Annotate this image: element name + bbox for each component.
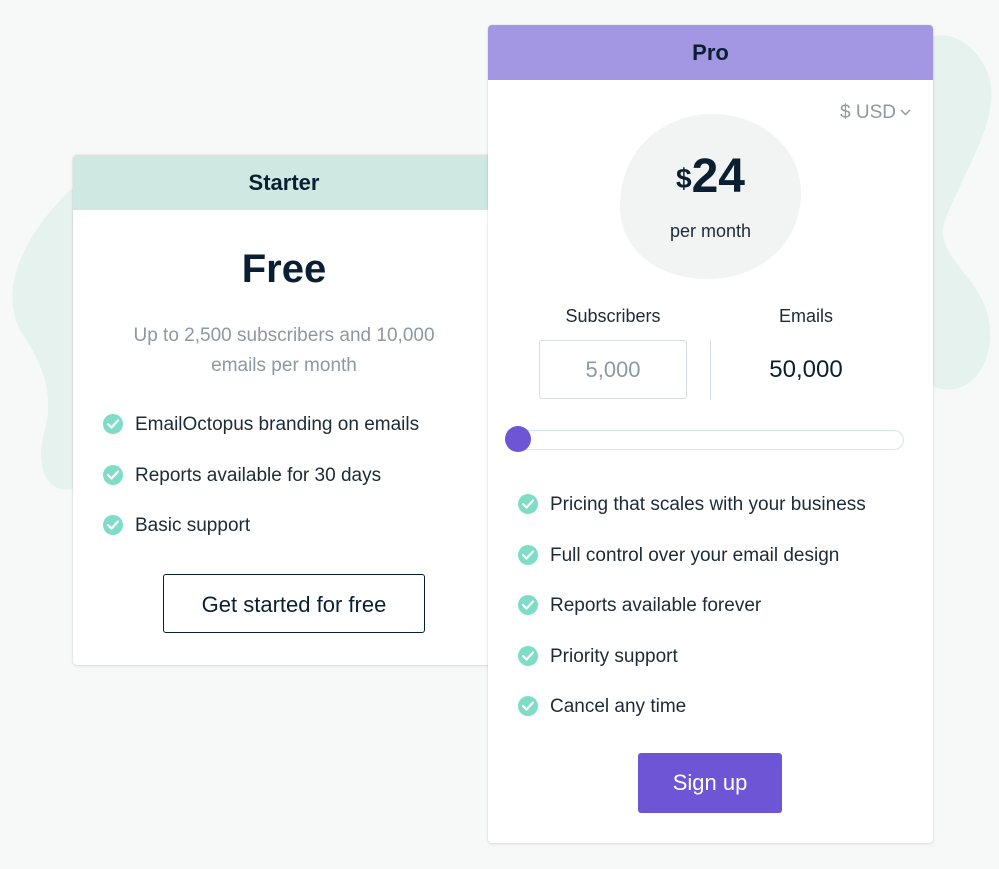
feature-label: Priority support bbox=[550, 645, 678, 667]
check-circle-icon bbox=[518, 595, 538, 615]
pro-plan-title: Pro bbox=[488, 25, 933, 80]
check-circle-icon bbox=[518, 544, 538, 565]
feature-label: Basic support bbox=[135, 515, 251, 536]
currency-selector[interactable]: $ USD bbox=[840, 102, 911, 124]
price-currency-symbol: $ bbox=[676, 163, 692, 194]
check-circle-icon bbox=[103, 464, 123, 485]
feature-item: Full control over your email design bbox=[518, 544, 923, 596]
chevron-down-icon bbox=[900, 109, 911, 116]
starter-plan-card: Starter Free Up to 2,500 subscribers and… bbox=[73, 155, 495, 665]
check-circle-icon bbox=[103, 414, 123, 434]
emails-value: 50,000 bbox=[769, 356, 843, 383]
feature-item: Cancel any time bbox=[518, 696, 923, 747]
feature-item: Reports available forever bbox=[518, 595, 923, 646]
feature-label: Reports available forever bbox=[550, 595, 762, 616]
feature-label: Pricing that scales with your business bbox=[550, 494, 866, 515]
get-started-free-button[interactable]: Get started for free bbox=[163, 574, 425, 633]
feature-item: Basic support bbox=[103, 515, 485, 566]
subscribers-input[interactable] bbox=[539, 340, 687, 399]
feature-item: Priority support bbox=[518, 645, 923, 697]
feature-item: Reports available for 30 days bbox=[103, 464, 485, 516]
feature-item: Pricing that scales with your business bbox=[518, 494, 923, 545]
subscribers-slider-thumb[interactable] bbox=[505, 426, 531, 452]
price-period: per month bbox=[669, 221, 752, 241]
starter-price: Free bbox=[241, 247, 327, 291]
check-circle-icon bbox=[518, 494, 538, 514]
check-circle-icon bbox=[518, 645, 538, 666]
pro-plan-card: Pro $ USD $24 per month Subscribers Emai… bbox=[488, 25, 933, 843]
check-circle-icon bbox=[103, 515, 123, 535]
pro-feature-list: Pricing that scales with your business F… bbox=[518, 494, 923, 747]
feature-label: Reports available for 30 days bbox=[135, 464, 382, 486]
currency-label: $ USD bbox=[840, 102, 896, 123]
starter-description: Up to 2,500 subscribers and 10,000 email… bbox=[133, 325, 435, 376]
pro-price: $24 bbox=[488, 149, 933, 204]
emails-label: Emails bbox=[778, 306, 833, 326]
feature-label: EmailOctopus branding on emails bbox=[135, 414, 420, 435]
feature-item: EmailOctopus branding on emails bbox=[103, 414, 485, 465]
check-circle-icon bbox=[518, 696, 538, 716]
starter-plan-title: Starter bbox=[73, 155, 495, 210]
feature-label: Full control over your email design bbox=[550, 544, 840, 566]
subscribers-label: Subscribers bbox=[565, 306, 661, 326]
subscribers-slider-track[interactable] bbox=[508, 430, 904, 450]
price-amount: 24 bbox=[691, 150, 745, 203]
divider bbox=[710, 340, 711, 400]
starter-feature-list: EmailOctopus branding on emails Reports … bbox=[103, 414, 485, 566]
feature-label: Cancel any time bbox=[550, 696, 687, 717]
sign-up-button[interactable]: Sign up bbox=[638, 753, 782, 813]
